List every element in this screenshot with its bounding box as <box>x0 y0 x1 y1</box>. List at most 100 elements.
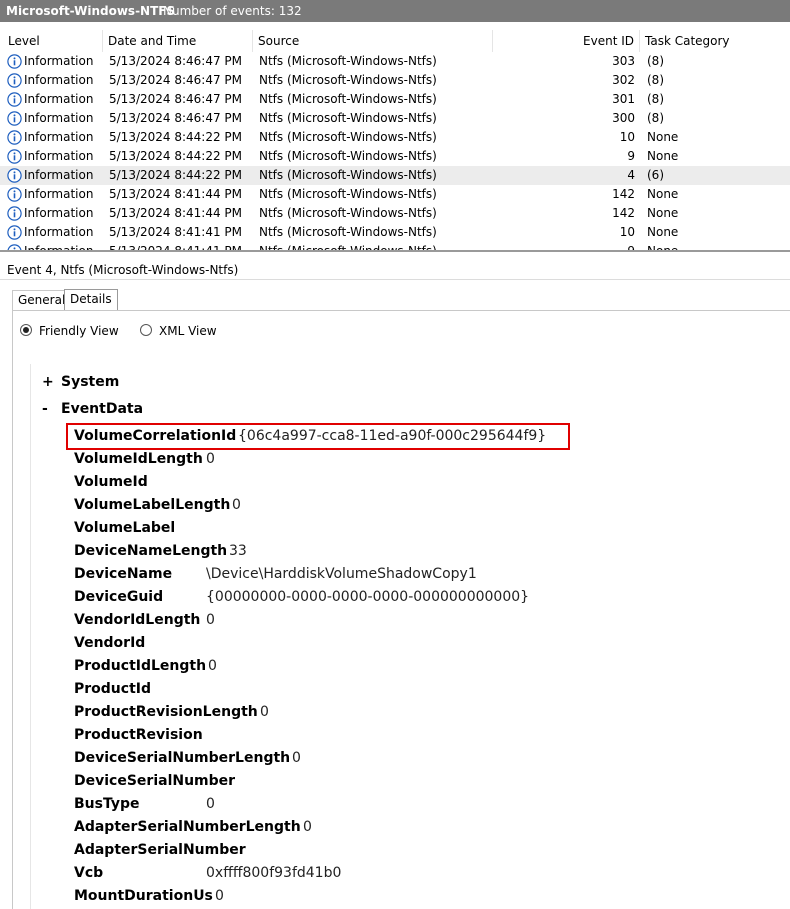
column-header-source[interactable]: Source <box>253 30 493 52</box>
eventdata-field: VendorIdLength 0 <box>74 609 215 631</box>
field-value[interactable]: {00000000-0000-0000-0000-000000000000} <box>206 586 529 608</box>
field-name: VolumeId <box>74 474 148 490</box>
level-cell: Information <box>24 54 94 68</box>
source-cell: Ntfs (Microsoft-Windows-Ntfs) <box>259 225 437 239</box>
field-value[interactable]: \Device\HarddiskVolumeShadowCopy1 <box>206 563 477 585</box>
column-header-date-time[interactable]: Date and Time <box>103 30 253 52</box>
friendly-view-label: Friendly View <box>39 324 119 338</box>
column-header-event-id[interactable]: Event ID <box>493 30 640 52</box>
task-category-cell: (8) <box>647 111 664 125</box>
information-icon <box>7 54 22 69</box>
eventdata-collapse-toggle[interactable]: - <box>42 399 48 419</box>
field-value[interactable]: 0 <box>292 747 301 769</box>
source-cell: Ntfs (Microsoft-Windows-Ntfs) <box>259 111 437 125</box>
xml-view-label: XML View <box>159 324 217 338</box>
field-value[interactable]: 0 <box>215 885 224 907</box>
task-category-cell: (8) <box>647 54 664 68</box>
datetime-cell: 5/13/2024 8:41:41 PM <box>109 225 243 239</box>
field-name: DeviceNameLength <box>74 543 228 559</box>
tab-details[interactable]: Details <box>64 289 118 311</box>
field-value[interactable]: 0 <box>208 655 217 677</box>
source-cell: Ntfs (Microsoft-Windows-Ntfs) <box>259 187 437 201</box>
field-name: ProductRevisionLength <box>74 704 258 720</box>
event-count: Number of events: 132 <box>163 4 302 18</box>
table-row[interactable]: Information 5/13/2024 8:41:41 PM Ntfs (Mic… <box>0 242 790 252</box>
task-category-cell: None <box>647 130 679 144</box>
field-name: DeviceName <box>74 566 173 582</box>
information-icon <box>7 92 22 107</box>
friendly-view-radio-dot[interactable] <box>20 324 32 336</box>
source-cell: Ntfs (Microsoft-Windows-Ntfs) <box>259 244 437 252</box>
field-value[interactable]: 0 <box>260 701 269 723</box>
information-icon <box>7 130 22 145</box>
table-row[interactable]: Information 5/13/2024 8:46:47 PM Ntfs (Mic… <box>0 90 790 109</box>
eventdata-field: BusType 0 <box>74 793 215 815</box>
field-name: ProductId <box>74 681 151 697</box>
information-icon <box>7 111 22 126</box>
eventdata-field: DeviceSerialNumber <box>74 770 235 792</box>
system-node[interactable]: System <box>61 372 119 392</box>
eventdata-field: VolumeId <box>74 471 148 493</box>
datetime-cell: 5/13/2024 8:41:44 PM <box>109 187 243 201</box>
datetime-cell: 5/13/2024 8:44:22 PM <box>109 168 243 182</box>
field-name: ProductIdLength <box>74 658 207 674</box>
table-row[interactable]: Information 5/13/2024 8:44:22 PM Ntfs (Mic… <box>0 147 790 166</box>
field-name: MountDurationUs <box>74 888 213 904</box>
tab-general[interactable]: General <box>12 290 72 310</box>
system-expand-toggle[interactable]: + <box>42 372 54 392</box>
information-icon <box>7 244 22 250</box>
table-row[interactable]: Information 5/13/2024 8:46:47 PM Ntfs (Mic… <box>0 109 790 128</box>
source-cell: Ntfs (Microsoft-Windows-Ntfs) <box>259 130 437 144</box>
event-id-cell: 301 <box>612 92 635 106</box>
datetime-cell: 5/13/2024 8:41:41 PM <box>109 244 243 252</box>
field-name: VolumeIdLength <box>74 451 203 467</box>
eventdata-field: ProductRevisionLength 0 <box>74 701 269 723</box>
level-cell: Information <box>24 168 94 182</box>
column-header-level[interactable]: Level <box>3 30 103 52</box>
table-row[interactable]: Information 5/13/2024 8:41:41 PM Ntfs (Mic… <box>0 223 790 242</box>
log-name: Microsoft-Windows-NTFS <box>6 4 176 18</box>
eventdata-field: ProductIdLength 0 <box>74 655 217 677</box>
field-name: ProductRevision <box>74 727 203 743</box>
source-cell: Ntfs (Microsoft-Windows-Ntfs) <box>259 168 437 182</box>
eventdata-field: AdapterSerialNumberLength 0 <box>74 816 312 838</box>
level-cell: Information <box>24 149 94 163</box>
table-row[interactable]: Information 5/13/2024 8:44:22 PM Ntfs (Mic… <box>0 128 790 147</box>
field-name: VolumeLabelLength <box>74 497 231 513</box>
table-row[interactable]: Information 5/13/2024 8:46:47 PM Ntfs (Mic… <box>0 71 790 90</box>
xml-view-radio-dot[interactable] <box>140 324 152 336</box>
field-value[interactable]: 0 <box>206 448 215 470</box>
task-category-cell: None <box>647 149 679 163</box>
field-name: DeviceGuid <box>74 589 164 605</box>
field-value[interactable]: 33 <box>229 540 247 562</box>
task-category-cell: None <box>647 187 679 201</box>
task-category-cell: None <box>647 244 679 252</box>
information-icon <box>7 73 22 88</box>
level-cell: Information <box>24 111 94 125</box>
field-value[interactable]: 0 <box>232 494 241 516</box>
task-category-cell: (6) <box>647 168 664 182</box>
task-category-cell: None <box>647 206 679 220</box>
table-row[interactable]: Information 5/13/2024 8:46:47 PM Ntfs (Mic… <box>0 52 790 71</box>
source-cell: Ntfs (Microsoft-Windows-Ntfs) <box>259 206 437 220</box>
source-cell: Ntfs (Microsoft-Windows-Ntfs) <box>259 73 437 87</box>
field-value[interactable]: 0xffff800f93fd41b0 <box>206 862 341 884</box>
field-value[interactable]: 0 <box>303 816 312 838</box>
eventdata-field: Vcb 0xffff800f93fd41b0 <box>74 862 341 884</box>
table-row[interactable]: Information 5/13/2024 8:44:22 PM Ntfs (Mic… <box>0 166 790 185</box>
field-name: DeviceSerialNumberLength <box>74 750 291 766</box>
field-name: DeviceSerialNumber <box>74 773 236 789</box>
datetime-cell: 5/13/2024 8:44:22 PM <box>109 130 243 144</box>
event-id-cell: 300 <box>612 111 635 125</box>
field-value[interactable]: 0 <box>206 793 215 815</box>
eventdata-node[interactable]: EventData <box>61 399 143 419</box>
column-header-task-category[interactable]: Task Category <box>640 30 790 52</box>
table-row[interactable]: Information 5/13/2024 8:41:44 PM Ntfs (Mic… <box>0 204 790 223</box>
events-grid[interactable]: Level Date and Time Source Event ID Task… <box>0 22 790 252</box>
field-value[interactable]: 0 <box>206 609 215 631</box>
table-row[interactable]: Information 5/13/2024 8:41:44 PM Ntfs (Mic… <box>0 185 790 204</box>
eventdata-field: VolumeIdLength 0 <box>74 448 215 470</box>
event-id-cell: 303 <box>612 54 635 68</box>
event-id-cell: 142 <box>612 206 635 220</box>
information-icon <box>7 225 22 240</box>
